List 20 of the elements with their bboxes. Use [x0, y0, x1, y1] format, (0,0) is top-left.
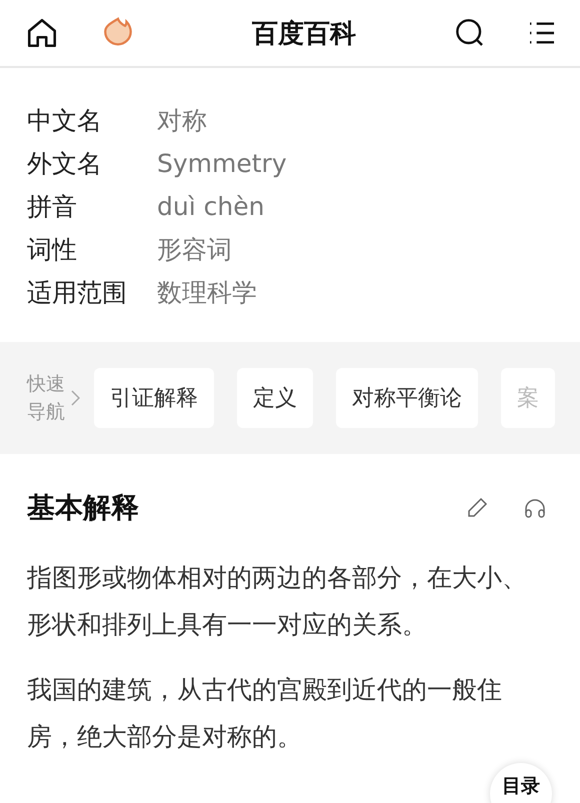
section-title: 基本解释 [27, 490, 140, 526]
field-label: 适用范围 [27, 277, 128, 309]
field-label: 外文名 [27, 148, 103, 180]
field-value: 数理科学 [157, 277, 258, 309]
paragraph: 我国的建筑，从古代的宫殿到近代的一般住房，绝大部分是对称的。 [27, 674, 503, 753]
quick-nav-chip[interactable]: 对称平衡论 [336, 368, 478, 428]
quick-nav-label: 导航 [27, 400, 65, 425]
field-value: Symmetry [157, 148, 288, 180]
quick-nav-label: 快速 [27, 372, 65, 397]
quick-nav-chip[interactable]: 引证解释 [94, 368, 214, 428]
field-value: duì chèn [157, 191, 266, 223]
toc-button[interactable]: 目录 [490, 763, 552, 803]
app-title: 百度百科 [251, 18, 357, 50]
quick-nav-chip[interactable]: 定义 [237, 368, 313, 428]
paragraph: 指图形或物体相对的两边的各部分，在大小、形状和排列上具有一一对应的关系。 [27, 562, 528, 641]
field-label: 拼音 [27, 191, 78, 223]
field-value: 形容词 [157, 234, 233, 266]
field-label: 词性 [27, 234, 78, 266]
field-value: 对称 [157, 105, 208, 137]
field-label: 中文名 [27, 105, 103, 137]
